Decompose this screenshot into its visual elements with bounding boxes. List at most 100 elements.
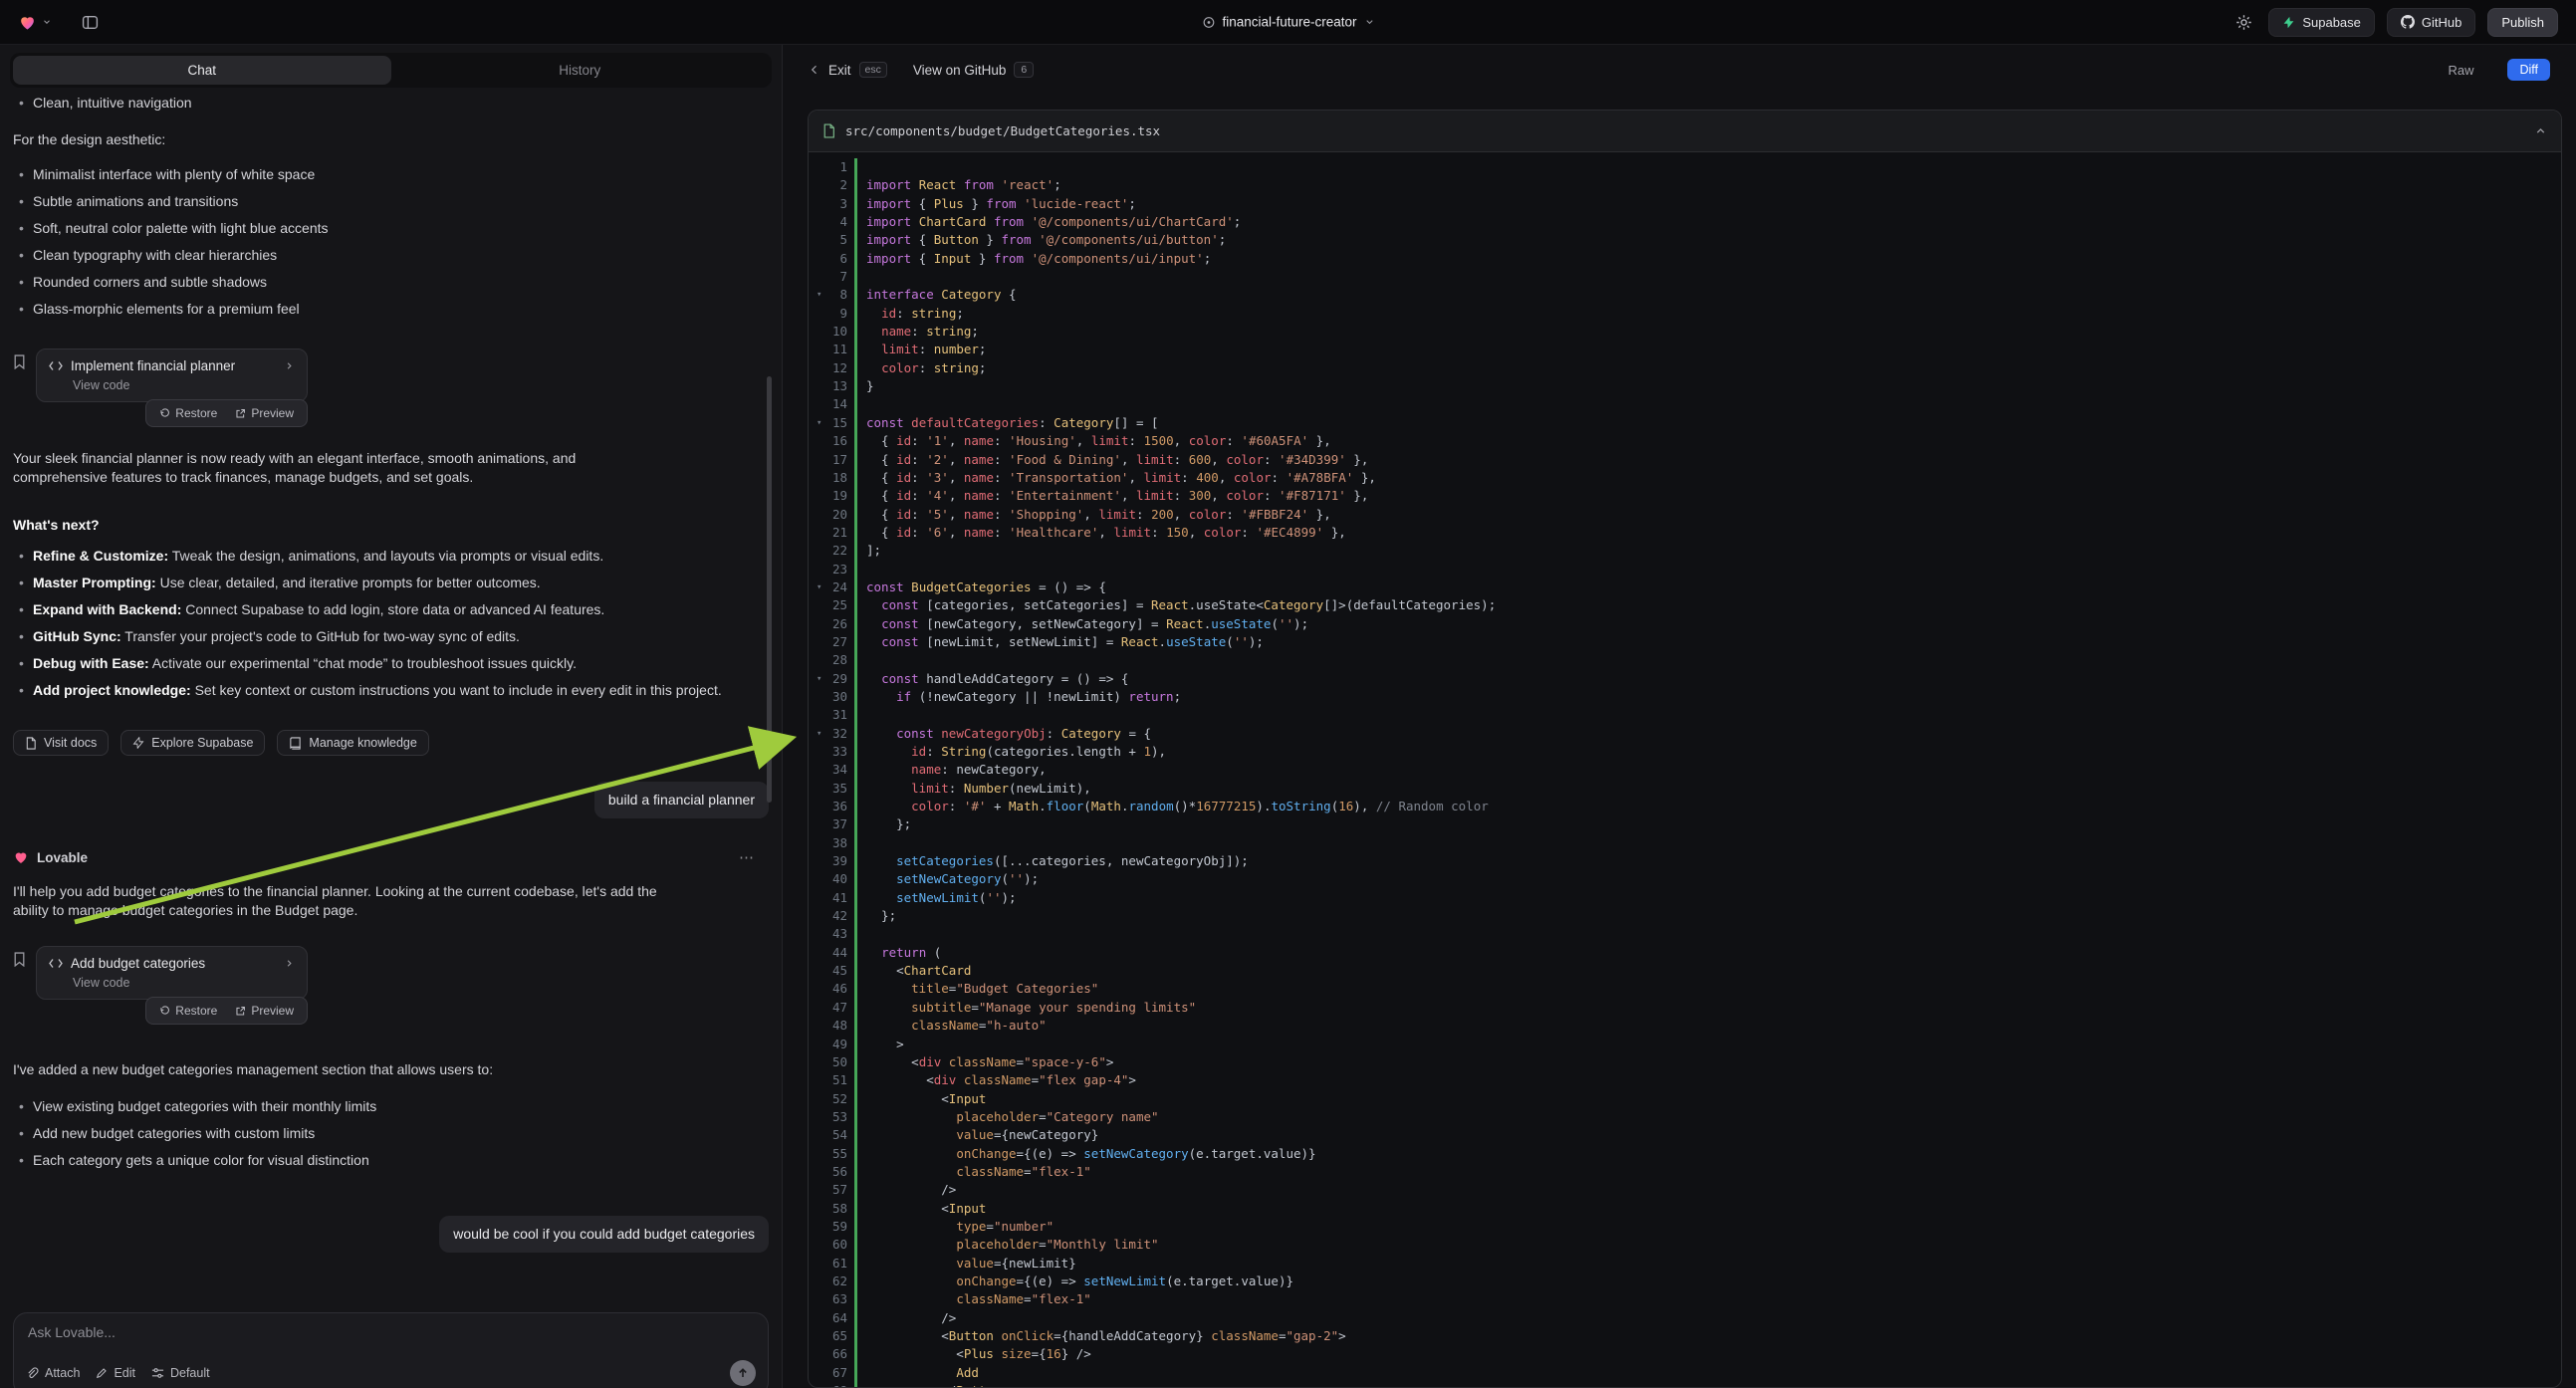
code-line: 39 setCategories([...categories, newCate…: [815, 852, 2561, 870]
arrow-up-icon: [737, 1367, 749, 1379]
sidebar-toggle-button[interactable]: [78, 10, 103, 35]
code-line: 1: [815, 158, 2561, 176]
supabase-button[interactable]: Supabase: [2268, 8, 2375, 37]
line-number: 35: [815, 780, 854, 798]
settings-button[interactable]: [2231, 10, 2256, 35]
code-line: 27 const [newLimit, setNewLimit] = React…: [815, 633, 2561, 651]
collapse-chevron-icon[interactable]: [2534, 124, 2547, 137]
line-number: 53: [815, 1108, 854, 1126]
fold-chevron-icon[interactable]: ▾: [817, 725, 821, 743]
diff-added-marker: [854, 651, 857, 669]
next-step-item: Master Prompting: Use clear, detailed, a…: [13, 574, 769, 592]
code-text: placeholder="Monthly limit": [866, 1236, 1159, 1254]
line-number: 54: [815, 1126, 854, 1144]
github-icon: [2401, 15, 2415, 29]
topbar: financial-future-creator Supabase GitHub…: [0, 0, 2576, 45]
manage-knowledge-button[interactable]: Manage knowledge: [277, 730, 428, 756]
line-number: 45: [815, 962, 854, 980]
code-line: 56 className="flex-1": [815, 1163, 2561, 1181]
code-line: 18 { id: '3', name: 'Transportation', li…: [815, 469, 2561, 487]
visit-docs-button[interactable]: Visit docs: [13, 730, 109, 756]
chat-input[interactable]: [28, 1324, 754, 1354]
chat-messages[interactable]: Clean, intuitive navigation For the desi…: [0, 88, 782, 1388]
lovable-logo-button[interactable]: [18, 13, 52, 32]
diff-added-marker: [854, 341, 857, 358]
code-line: 20 { id: '5', name: 'Shopping', limit: 2…: [815, 506, 2561, 524]
code-line: 64 />: [815, 1309, 2561, 1327]
diff-added-marker: [854, 1236, 857, 1254]
tab-history[interactable]: History: [391, 56, 770, 85]
diff-added-marker: [854, 1126, 857, 1144]
publish-button[interactable]: Publish: [2487, 8, 2558, 37]
github-button[interactable]: GitHub: [2387, 8, 2475, 37]
fold-chevron-icon[interactable]: ▾: [817, 286, 821, 304]
diff-added-marker: [854, 688, 857, 706]
line-number: 11: [815, 341, 854, 358]
code-line: 41 setNewLimit('');: [815, 889, 2561, 907]
sliders-icon: [151, 1367, 164, 1379]
bullet-item: Each category gets a unique color for vi…: [13, 1151, 769, 1170]
file-icon: [822, 123, 835, 138]
restore-icon: [159, 1006, 170, 1017]
diff-added-marker: [854, 907, 857, 925]
code-line: ▾24const BudgetCategories = () => {: [815, 578, 2561, 596]
diff-added-marker: [854, 1053, 857, 1071]
file-header[interactable]: src/components/budget/BudgetCategories.t…: [809, 111, 2561, 152]
diff-added-marker: [854, 1017, 857, 1035]
code-line: 60 placeholder="Monthly limit": [815, 1236, 2561, 1254]
code-text: const [categories, setCategories] = Reac…: [866, 596, 1496, 614]
line-number: 43: [815, 925, 854, 943]
restore-button[interactable]: Restore: [152, 403, 224, 423]
line-number: 56: [815, 1163, 854, 1181]
view-code-link[interactable]: View code: [73, 976, 295, 990]
bookmark-icon[interactable]: [13, 354, 26, 369]
code-editor[interactable]: 12import React from 'react';3import { Pl…: [809, 152, 2561, 1387]
line-number: 41: [815, 889, 854, 907]
fold-chevron-icon[interactable]: ▾: [817, 578, 821, 596]
diff-added-marker: [854, 377, 857, 395]
code-text: id: string;: [866, 305, 964, 323]
preview-button[interactable]: Preview: [228, 403, 301, 423]
fold-chevron-icon[interactable]: ▾: [817, 670, 821, 688]
message-options-button[interactable]: ⋯: [739, 848, 755, 866]
code-line: 7: [815, 268, 2561, 286]
view-code-link[interactable]: View code: [73, 378, 295, 392]
chat-scrollbar-thumb[interactable]: [767, 376, 772, 803]
code-line: 57 />: [815, 1181, 2561, 1199]
bullet-item: Clean typography with clear hierarchies: [13, 246, 769, 265]
tab-chat[interactable]: Chat: [13, 56, 391, 85]
next-step-item: Add project knowledge: Set key context o…: [13, 681, 769, 700]
sidebar-toggle-icon: [82, 14, 99, 31]
diff-added-marker: [854, 889, 857, 907]
line-number: 42: [815, 907, 854, 925]
attach-button[interactable]: Attach: [26, 1366, 80, 1380]
line-number: 7: [815, 268, 854, 286]
code-text: />: [866, 1181, 956, 1199]
code-card-title: Add budget categories: [71, 956, 276, 971]
line-number: 57: [815, 1181, 854, 1199]
code-text: const BudgetCategories = () => {: [866, 578, 1106, 596]
code-text: placeholder="Category name": [866, 1108, 1159, 1126]
line-number: 23: [815, 561, 854, 578]
preview-button[interactable]: Preview: [228, 1001, 301, 1021]
esc-shortcut-badge: esc: [859, 62, 887, 78]
edit-button[interactable]: Edit: [96, 1366, 135, 1380]
code-change-card[interactable]: Implement financial planner View code: [36, 348, 308, 402]
send-button[interactable]: [730, 1360, 756, 1386]
exit-button[interactable]: Exit esc: [809, 62, 887, 78]
model-default-button[interactable]: Default: [151, 1366, 210, 1380]
gear-icon: [2235, 14, 2252, 31]
diff-added-marker: [854, 506, 857, 524]
diff-toggle-button[interactable]: Diff: [2507, 59, 2550, 81]
view-on-github-button[interactable]: View on GitHub 6: [913, 62, 1034, 78]
bookmark-icon[interactable]: [13, 952, 26, 967]
explore-supabase-button[interactable]: Explore Supabase: [120, 730, 265, 756]
fold-chevron-icon[interactable]: ▾: [817, 414, 821, 432]
project-switcher[interactable]: financial-future-creator: [1201, 15, 1374, 30]
added-bullet-list: View existing budget categories with the…: [13, 1097, 769, 1170]
code-text: interface Category {: [866, 286, 1017, 304]
code-change-card[interactable]: Add budget categories View code: [36, 946, 308, 1000]
diff-added-marker: [854, 1200, 857, 1218]
raw-toggle-button[interactable]: Raw: [2440, 59, 2481, 82]
restore-button[interactable]: Restore: [152, 1001, 224, 1021]
